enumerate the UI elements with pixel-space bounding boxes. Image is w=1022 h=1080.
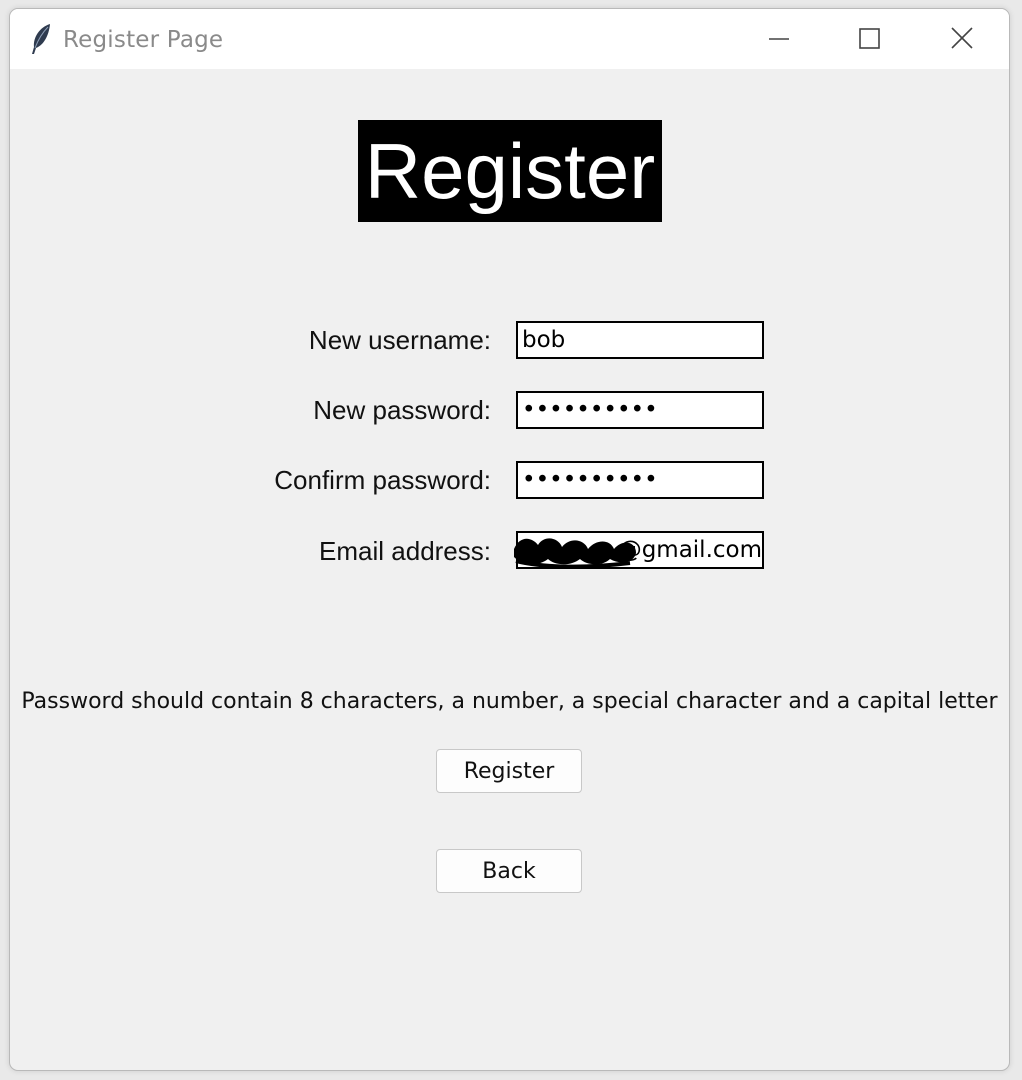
confirm-password-label: Confirm password: (274, 465, 491, 495)
email-field[interactable] (516, 531, 764, 569)
maximize-button[interactable] (847, 19, 893, 59)
email-label: Email address: (319, 536, 491, 566)
close-icon (939, 19, 985, 59)
minimize-icon (756, 19, 802, 59)
email-field-wrapper (514, 531, 764, 569)
back-button[interactable]: Back (436, 849, 582, 893)
password-label: New password: (313, 395, 491, 425)
register-window: Register Page Register New username: New… (9, 8, 1010, 1071)
minimize-button[interactable] (756, 19, 802, 59)
window-title: Register Page (63, 27, 224, 53)
register-button[interactable]: Register (436, 749, 582, 793)
username-label: New username: (308, 325, 491, 355)
page-heading: Register (358, 120, 662, 222)
title-bar[interactable]: Register Page (10, 9, 1009, 69)
password-field[interactable] (516, 391, 764, 429)
close-button[interactable] (939, 19, 985, 59)
feather-icon (30, 23, 52, 55)
maximize-icon (847, 19, 893, 59)
confirm-password-field[interactable] (516, 461, 764, 499)
password-hint: Password should contain 8 characters, a … (21, 689, 998, 714)
username-field[interactable] (516, 321, 764, 359)
